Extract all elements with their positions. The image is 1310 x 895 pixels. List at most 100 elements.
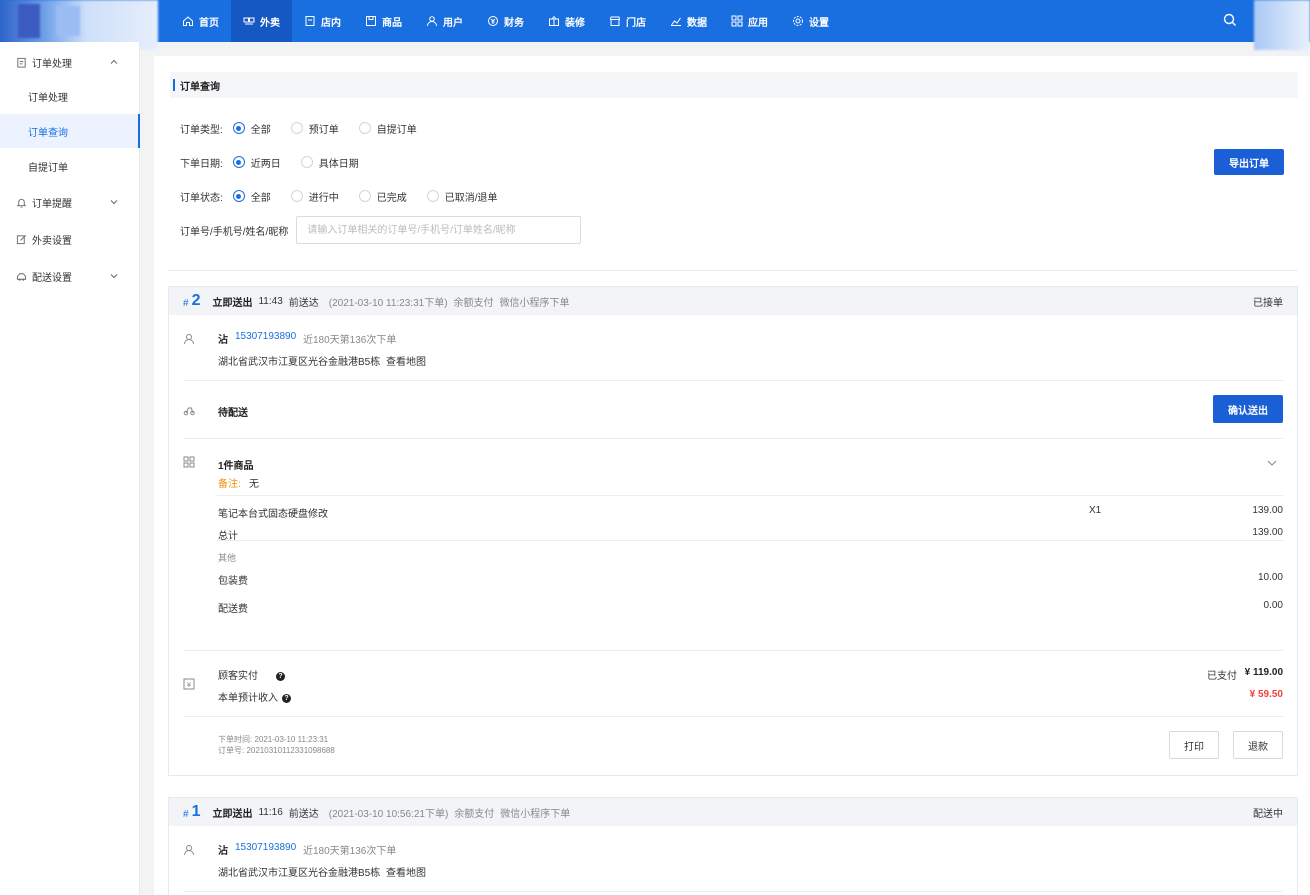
filter-label: 订单状态: — [180, 192, 223, 204]
confirm-send-button[interactable]: 确认送出 — [1213, 395, 1283, 423]
divider — [183, 438, 1283, 439]
order-hash: # — [183, 297, 189, 309]
help-icon[interactable]: ? — [282, 693, 291, 703]
print-button[interactable]: 打印 — [1169, 731, 1219, 759]
nav-item-takeout[interactable]: 外卖 — [231, 0, 292, 42]
export-orders-button[interactable]: 导出订单 — [1214, 149, 1284, 175]
sidebar-group-label: 订单处理 — [32, 58, 72, 70]
sidebar-item-pickup-order[interactable]: 自提订单 — [0, 149, 140, 183]
customer-name: 沾 — [218, 335, 228, 346]
store-inside-icon — [305, 16, 315, 26]
nav-item-label: 外卖 — [260, 17, 280, 29]
yen-icon: ¥ — [183, 678, 195, 690]
sidebar-item-label: 订单处理 — [28, 92, 68, 104]
radio-label: 已取消/退单 — [444, 192, 498, 204]
sidebar-group-order-process[interactable]: 订单处理 — [0, 44, 140, 80]
order-card: # 1 立即送出 11:16 前送达 (2021-03-10 10:56:21下… — [168, 797, 1298, 895]
page-title: 订单查询 — [170, 72, 1298, 98]
nav-item-shop[interactable]: 门店 — [597, 0, 658, 42]
clipboard-icon — [17, 57, 26, 68]
delivery-scooter-icon — [183, 407, 195, 416]
nav-item-store-inside[interactable]: 店内 — [292, 0, 353, 42]
finance-icon — [488, 16, 498, 26]
arrive-text: 前送达 — [288, 808, 319, 820]
placed-time: (2021-03-10 10:56:21下单) — [328, 808, 449, 820]
order-history: 近180天第136次下单 — [303, 846, 397, 857]
chart-icon — [671, 17, 681, 26]
svg-text:¥: ¥ — [187, 681, 192, 689]
view-map-link[interactable]: 查看地图 — [386, 353, 426, 368]
sidebar-item-label: 自提订单 — [28, 162, 68, 174]
customer-phone[interactable]: 15307193890 — [235, 331, 296, 342]
goods-icon — [366, 16, 376, 26]
order-search-input[interactable] — [296, 216, 582, 244]
nav-item-label: 设置 — [809, 17, 829, 29]
sidebar-item-order-query[interactable]: 订单查询 — [0, 114, 140, 148]
customer-address: 湖北省武汉市江夏区光谷金融港B5栋 — [218, 868, 381, 879]
nav-item-chart[interactable]: 数据 — [658, 0, 719, 42]
nav-item-label: 用户 — [443, 17, 463, 29]
nav-item-label: 商品 — [382, 17, 402, 29]
order-channel: 微信小程序下单 — [499, 297, 570, 309]
remark-value: 无 — [249, 479, 259, 490]
order-card: # 2 立即送出 11:43 前送达 (2021-03-10 11:23:31下… — [168, 286, 1298, 776]
radio-label: 已完成 — [376, 192, 407, 204]
takeout-icon — [243, 17, 255, 25]
radio-date-recent[interactable]: 近两日 — [232, 155, 281, 170]
radio-status-progress[interactable]: 进行中 — [290, 189, 339, 204]
divider — [183, 380, 1283, 381]
sidebar-item-order-process[interactable]: 订单处理 — [0, 79, 140, 113]
paid-label-wrap: 顾客实付? — [218, 667, 285, 682]
nav-item-finance[interactable]: 财务 — [475, 0, 536, 42]
view-map-link[interactable]: 查看地图 — [386, 864, 426, 879]
home-icon — [183, 16, 193, 26]
sidebar-group-label: 外卖设置 — [32, 235, 72, 247]
apps-icon — [731, 15, 743, 27]
divider — [168, 270, 1298, 271]
avatar[interactable] — [1254, 0, 1310, 50]
radio-status-all[interactable]: 全部 — [232, 189, 271, 204]
filter-label: 订单类型: — [180, 124, 223, 136]
radio-type-all[interactable]: 全部 — [232, 121, 271, 136]
radio-label: 具体日期 — [318, 158, 359, 170]
nav-item-label: 门店 — [626, 17, 646, 29]
delivery-mode: 立即送出 — [212, 297, 253, 309]
nav-item-user[interactable]: 用户 — [414, 0, 475, 42]
sidebar-group-takeout-settings[interactable]: 外卖设置 — [0, 221, 140, 257]
sidebar-group-delivery-settings[interactable]: 配送设置 — [0, 258, 140, 294]
customer-name: 沾 — [218, 846, 228, 857]
pay-method: 余额支付 — [453, 297, 494, 309]
radio-label: 全部 — [250, 124, 271, 136]
nav-item-home[interactable]: 首页 — [170, 0, 231, 42]
sidebar-group-order-remind[interactable]: 订单提醒 — [0, 184, 140, 220]
nav-item-label: 财务 — [504, 17, 524, 29]
item-price: 139.00 — [1252, 505, 1283, 516]
nav-item-decorate[interactable]: 装修 — [536, 0, 597, 42]
radio-status-cancelled[interactable]: 已取消/退单 — [426, 189, 498, 204]
nav-item-goods[interactable]: 商品 — [353, 0, 414, 42]
filter-order-type: 订单类型: 全部 预订单 自提订单 — [180, 118, 437, 138]
chevron-down-icon[interactable] — [1267, 459, 1277, 467]
order-no: 订单号: 20210310112331098688 — [218, 746, 335, 755]
order-card-header: # 1 立即送出 11:16 前送达 (2021-03-10 10:56:21下… — [169, 798, 1297, 826]
help-icon[interactable]: ? — [276, 671, 285, 681]
nav-item-gear[interactable]: 设置 — [780, 0, 841, 42]
search-icon[interactable] — [1222, 12, 1238, 28]
main-nav: 首页 外卖 店内 商品 用户 财务 装修 门店 数据 应用 设置 — [170, 0, 841, 42]
customer-phone[interactable]: 15307193890 — [235, 842, 296, 853]
nav-item-label: 应用 — [748, 17, 768, 29]
radio-status-done[interactable]: 已完成 — [358, 189, 407, 204]
filter-label: 下单日期: — [180, 158, 223, 170]
grid-icon — [183, 456, 195, 468]
divider — [183, 716, 1283, 717]
paid-amount: ¥ 119.00 — [1244, 667, 1283, 678]
status-badge: 配送中 — [1253, 808, 1283, 820]
radio-type-preorder[interactable]: 预订单 — [290, 121, 339, 136]
nav-item-label: 店内 — [321, 17, 341, 29]
filter-order-date: 下单日期: 近两日 具体日期 — [180, 152, 379, 172]
refund-button[interactable]: 退款 — [1233, 731, 1283, 759]
radio-date-specific[interactable]: 具体日期 — [300, 155, 359, 170]
radio-type-pickup[interactable]: 自提订单 — [358, 121, 417, 136]
order-history: 近180天第136次下单 — [303, 335, 397, 346]
nav-item-apps[interactable]: 应用 — [719, 0, 780, 42]
